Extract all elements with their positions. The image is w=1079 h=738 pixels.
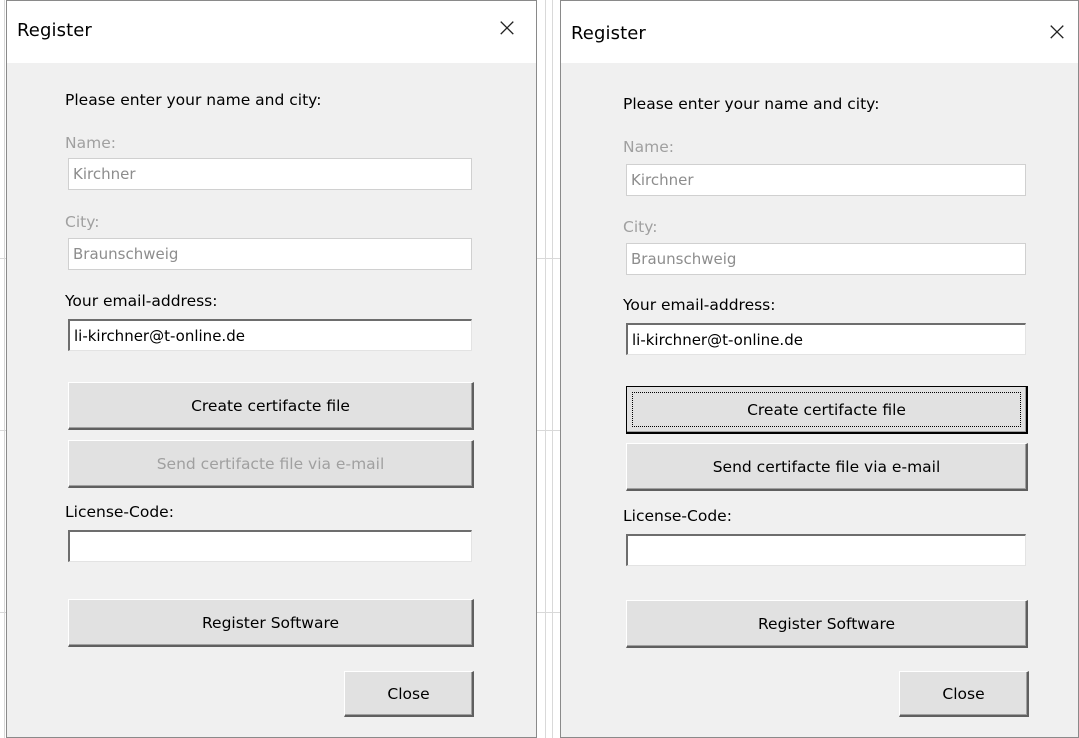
focus-rectangle <box>632 392 1021 427</box>
name-label: Name: <box>623 138 674 156</box>
register-software-button[interactable]: Register Software <box>626 600 1028 648</box>
send-certificate-button[interactable]: Send certifacte file via e-mail <box>68 440 474 488</box>
city-label: City: <box>623 218 658 236</box>
email-field[interactable]: li-kirchner@t-online.de <box>626 323 1026 355</box>
close-button[interactable]: Close <box>344 671 474 717</box>
close-icon[interactable]: × <box>494 15 520 41</box>
license-code-field[interactable] <box>626 534 1026 566</box>
dialog-title: Register <box>17 20 92 41</box>
title-bar: Register × <box>561 1 1078 63</box>
dialog-title: Register <box>571 23 646 44</box>
close-button[interactable]: Close <box>899 671 1029 717</box>
grid-line <box>545 0 546 738</box>
email-label: Your email-address: <box>623 296 776 314</box>
send-certificate-label: Send certifacte file via e-mail <box>712 457 941 476</box>
create-certificate-button[interactable]: Create certifacte file <box>68 382 474 430</box>
name-field[interactable]: Kirchner <box>626 164 1026 196</box>
register-dialog-left: Register × Please enter your name and ci… <box>6 0 537 738</box>
grid-line <box>552 0 553 738</box>
name-label: Name: <box>65 134 116 152</box>
license-code-label: License-Code: <box>65 503 174 521</box>
city-field[interactable]: Braunschweig <box>68 238 472 270</box>
create-certificate-button[interactable]: Create certifacte file <box>626 386 1028 434</box>
close-icon[interactable]: × <box>1044 19 1070 45</box>
city-field[interactable]: Braunschweig <box>626 243 1026 275</box>
register-software-label: Register Software <box>757 614 896 633</box>
email-field[interactable]: li-kirchner@t-online.de <box>68 319 472 351</box>
title-bar: Register × <box>7 1 536 63</box>
prompt-label: Please enter your name and city: <box>65 91 322 109</box>
license-code-label: License-Code: <box>623 507 732 525</box>
create-certificate-label: Create certifacte file <box>191 396 350 415</box>
name-field[interactable]: Kirchner <box>68 158 472 190</box>
send-certificate-label: Send certifacte file via e-mail <box>156 454 385 473</box>
close-button-label: Close <box>387 684 430 703</box>
license-code-field[interactable] <box>68 530 472 562</box>
prompt-label: Please enter your name and city: <box>623 95 880 113</box>
close-button-label: Close <box>942 684 985 703</box>
city-label: City: <box>65 213 100 231</box>
register-software-label: Register Software <box>201 613 340 632</box>
email-label: Your email-address: <box>65 292 218 310</box>
register-dialog-right: Register × Please enter your name and ci… <box>560 0 1079 738</box>
grid-line <box>4 0 5 738</box>
send-certificate-button[interactable]: Send certifacte file via e-mail <box>626 443 1028 491</box>
register-software-button[interactable]: Register Software <box>68 599 474 647</box>
